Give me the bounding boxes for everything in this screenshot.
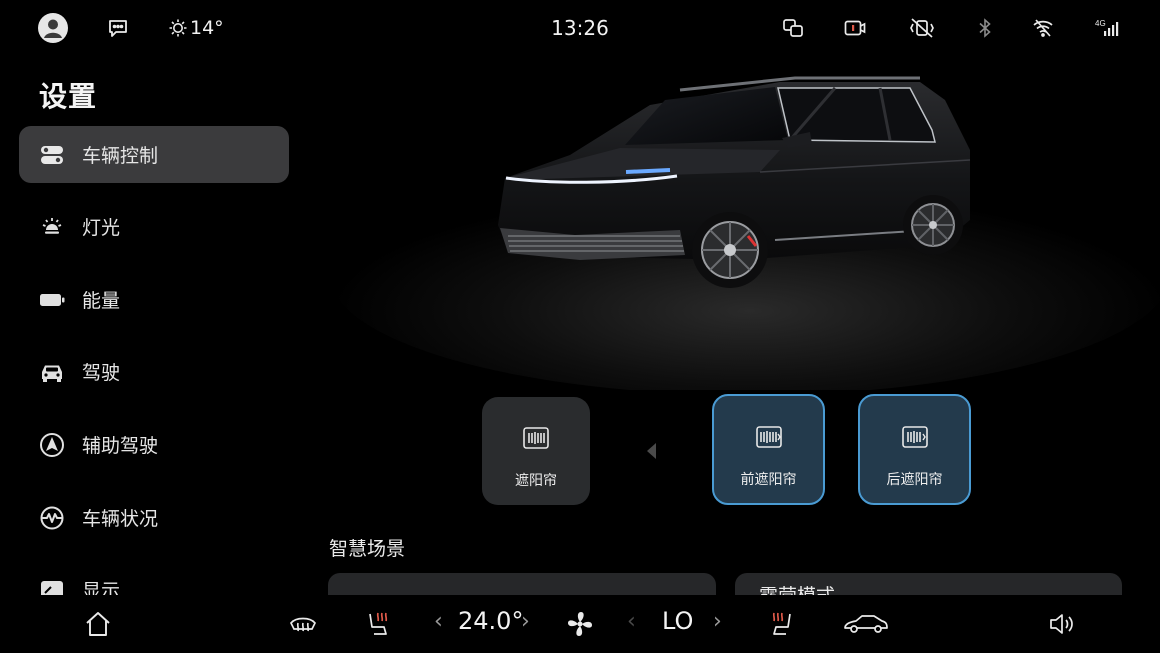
sun-icon — [169, 19, 187, 37]
dashcam-icon[interactable] — [843, 16, 867, 40]
rear-sunshade-icon — [901, 426, 928, 448]
wifi-off-icon[interactable] — [1031, 16, 1055, 40]
sunshade-button[interactable]: 遮阳帘 — [482, 397, 590, 505]
rear-sunshade-label: 后遮阳帘 — [886, 472, 943, 488]
bluetooth-icon[interactable] — [973, 16, 997, 40]
sidebar-item-vehicle-control[interactable]: 车辆控制 — [19, 126, 289, 183]
clock: 13:26 — [551, 16, 609, 40]
sidebar-item-label: 车辆控制 — [82, 145, 159, 167]
signal-label: 4G — [1095, 19, 1106, 28]
avatar-icon[interactable] — [38, 13, 68, 43]
sidebar-item-label: 辅助驾驶 — [82, 435, 159, 457]
fan-icon[interactable] — [565, 609, 595, 639]
vehicle-control-icon — [41, 146, 63, 164]
light-icon — [42, 218, 62, 234]
car-front-icon — [42, 365, 62, 382]
driver-temperature: 24.0° — [458, 607, 524, 635]
vehicle-status-icon — [40, 506, 64, 530]
screen-mirror-icon[interactable] — [781, 16, 805, 40]
assist-drive-icon — [40, 433, 64, 457]
signal-4g-icon: 4G — [1094, 16, 1122, 40]
sidebar-item-vehicle-status[interactable]: 车辆状况 — [19, 489, 289, 546]
volume-icon[interactable] — [1047, 609, 1077, 639]
rear-sunshade-button[interactable]: 后遮阳帘 — [858, 394, 971, 505]
passenger-temp-up-button[interactable]: › — [713, 609, 722, 634]
front-sunshade-button[interactable]: 前遮阳帘 — [712, 394, 825, 505]
page-title: 设置 — [39, 80, 98, 113]
smart-scene-title: 智慧场景 — [329, 538, 406, 560]
sidebar-item-label: 车辆状况 — [82, 508, 159, 530]
sidebar-item-assist-drive[interactable]: 辅助驾驶 — [19, 416, 289, 473]
sunshade-icon — [523, 427, 549, 449]
weather-widget[interactable]: 14° — [168, 17, 224, 39]
sidebar-item-label: 灯光 — [82, 217, 121, 239]
sidebar-item-drive[interactable]: 驾驶 — [19, 343, 289, 400]
scroll-left-arrow[interactable] — [644, 441, 658, 461]
passenger-temp-down-button[interactable]: ‹ — [627, 609, 636, 634]
sidebar-item-label: 能量 — [82, 290, 121, 312]
outside-temperature: 14° — [190, 17, 224, 39]
battery-icon — [40, 294, 65, 306]
car-icon[interactable] — [842, 609, 890, 639]
sidebar-item-label: 驾驶 — [82, 362, 121, 384]
driver-temp-up-button[interactable]: › — [521, 609, 530, 634]
seat-heat-icon[interactable] — [364, 609, 394, 639]
sidebar-item-light[interactable]: 灯光 — [19, 198, 289, 255]
passenger-temperature: LO — [662, 607, 694, 635]
home-icon[interactable] — [83, 609, 113, 639]
front-sunshade-label: 前遮阳帘 — [740, 472, 797, 488]
driver-temp-down-button[interactable]: ‹ — [434, 609, 443, 634]
seat-heat-passenger-icon[interactable] — [766, 609, 796, 639]
sidebar-item-energy[interactable]: 能量 — [19, 271, 289, 328]
message-icon[interactable] — [106, 16, 130, 40]
sunshade-label: 遮阳帘 — [515, 473, 557, 489]
vibration-off-icon[interactable] — [908, 16, 936, 40]
vehicle-render — [320, 60, 1160, 390]
bottom-dock: ‹ 24.0° › ‹ LO › — [0, 595, 1160, 653]
front-sunshade-icon — [755, 426, 782, 448]
rear-defrost-icon[interactable] — [288, 609, 318, 639]
status-bar: 14° 13:26 4G — [0, 0, 1160, 56]
